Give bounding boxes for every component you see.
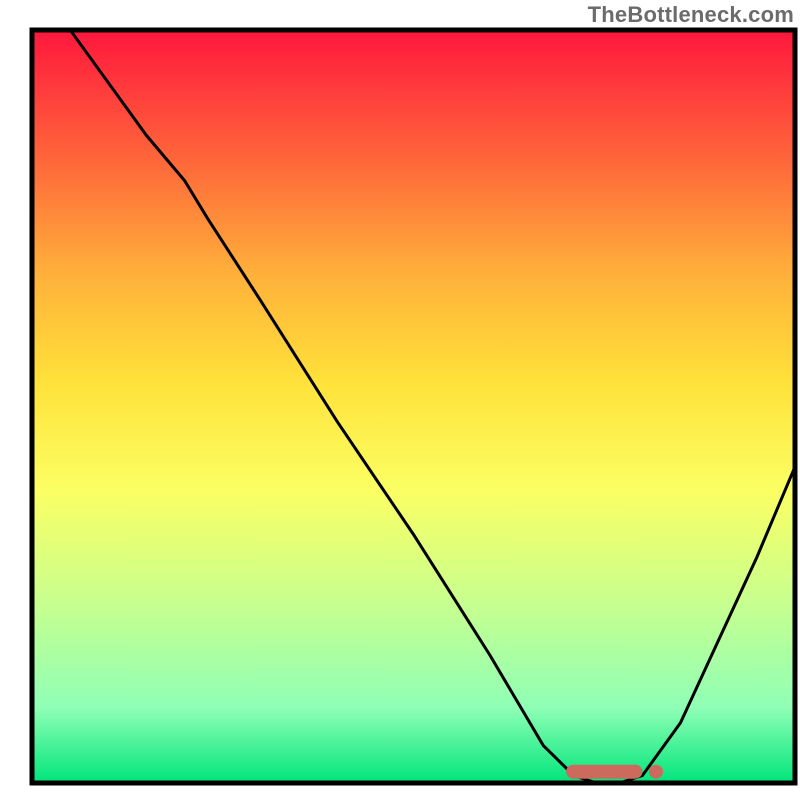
- plot-background: [32, 30, 795, 783]
- chart-container: TheBottleneck.com: [0, 0, 800, 800]
- bottleneck-chart: [0, 0, 800, 800]
- watermark-text: TheBottleneck.com: [588, 2, 794, 28]
